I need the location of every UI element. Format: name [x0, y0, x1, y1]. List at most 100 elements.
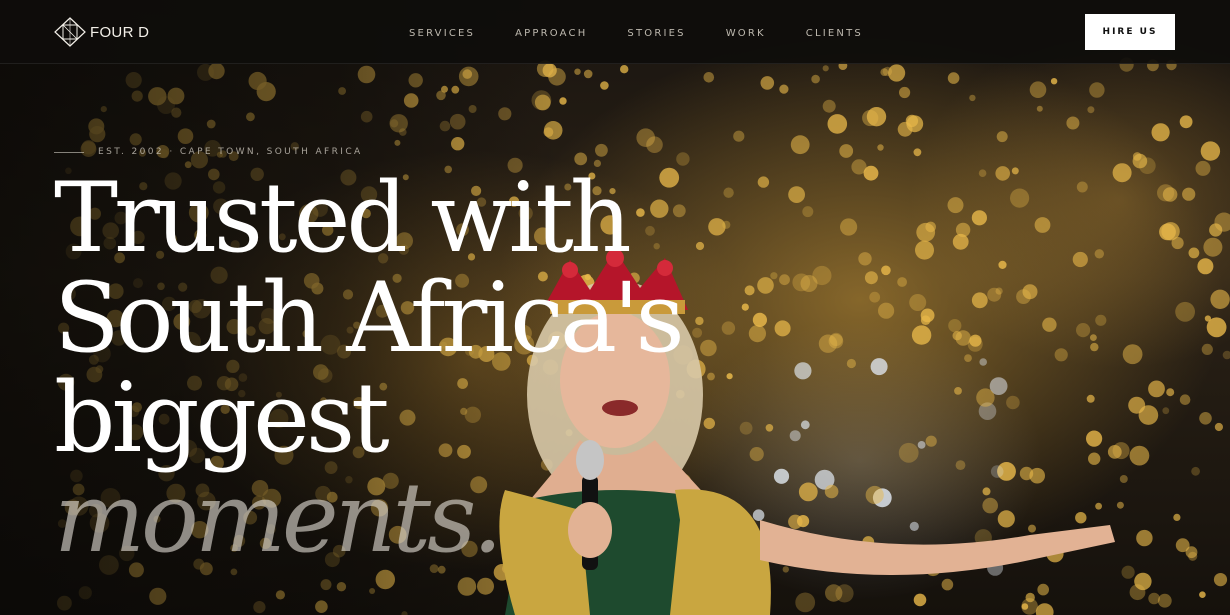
bokeh-light — [1179, 115, 1193, 129]
bokeh-light — [1173, 513, 1181, 522]
bokeh-light — [1129, 584, 1146, 601]
bokeh-light — [1076, 181, 1088, 193]
bokeh-light — [866, 107, 887, 127]
bokeh-light — [827, 114, 848, 134]
bokeh-light — [600, 81, 609, 90]
bokeh-light — [996, 131, 1008, 143]
bokeh-light — [1203, 237, 1223, 257]
bokeh-light — [1036, 105, 1043, 112]
bokeh-light — [822, 65, 829, 72]
bokeh-light — [723, 187, 734, 198]
logo-icon — [54, 17, 86, 47]
bokeh-light — [877, 144, 884, 151]
bokeh-light — [1050, 78, 1058, 85]
bokeh-light — [559, 97, 567, 105]
bokeh-light — [757, 176, 770, 188]
bokeh-light — [1157, 593, 1172, 608]
bokeh-light — [1188, 551, 1198, 561]
bokeh-light — [595, 143, 608, 157]
headline-accent: moments. — [54, 462, 503, 574]
bokeh-light — [880, 68, 889, 76]
bokeh-light — [802, 206, 814, 218]
bokeh-light — [1029, 81, 1047, 98]
headline-line-3: biggest — [54, 362, 390, 474]
eyebrow-divider — [54, 151, 84, 153]
bokeh-light — [1200, 141, 1221, 161]
bokeh-light — [1179, 394, 1191, 406]
bokeh-light — [888, 64, 906, 82]
main-nav: SERVICES APPROACH STORIES WORK CLIENTS — [409, 28, 903, 39]
bokeh-light — [811, 74, 820, 84]
bokeh-light — [722, 220, 731, 229]
bokeh-light — [1129, 445, 1150, 466]
bokeh-light — [839, 144, 854, 158]
nav-item-approach[interactable]: APPROACH — [515, 28, 587, 39]
bokeh-light — [620, 65, 629, 74]
bokeh-light — [969, 94, 976, 102]
bokeh-light — [574, 68, 581, 75]
bokeh-light — [1159, 223, 1176, 241]
bokeh-light — [899, 86, 911, 99]
bokeh-light — [703, 72, 715, 83]
bokeh-light — [733, 130, 745, 142]
brand-name: FOUR D — [90, 23, 150, 41]
bokeh-light — [1197, 258, 1214, 275]
bokeh-light — [583, 69, 593, 79]
bokeh-light — [1214, 422, 1223, 432]
bokeh-light — [1011, 167, 1019, 175]
bokeh-light — [1089, 82, 1105, 98]
nav-item-services[interactable]: SERVICES — [409, 28, 475, 39]
bokeh-light — [1201, 343, 1213, 355]
bokeh-light — [1188, 247, 1200, 259]
bokeh-light — [1112, 163, 1132, 183]
bokeh-light — [1210, 289, 1230, 309]
bokeh-light — [822, 99, 836, 113]
site-header: FOUR D SERVICES APPROACH STORIES WORK CL… — [0, 0, 1230, 64]
bokeh-light — [1191, 466, 1200, 476]
bokeh-light — [1162, 407, 1170, 415]
bokeh-light — [1138, 405, 1159, 425]
nav-item-clients[interactable]: CLIENTS — [806, 28, 863, 39]
bokeh-light — [760, 76, 775, 90]
bokeh-light — [1132, 153, 1148, 169]
bokeh-light — [947, 197, 964, 214]
bokeh-light — [1199, 591, 1206, 598]
bokeh-light — [913, 148, 922, 157]
hero-eyebrow: EST. 2002 · CAPE TOWN, SOUTH AFRICA — [54, 147, 363, 157]
bokeh-light — [1162, 187, 1178, 202]
bokeh-light — [947, 72, 960, 84]
bokeh-light — [1066, 116, 1080, 130]
bokeh-light — [779, 84, 789, 94]
bokeh-light — [1175, 301, 1195, 322]
bokeh-light — [1195, 160, 1211, 176]
bokeh-light — [1175, 538, 1190, 553]
bokeh-light — [676, 152, 690, 166]
bokeh-light — [971, 210, 988, 226]
bokeh-light — [1213, 573, 1228, 587]
bokeh-light — [897, 121, 913, 137]
headline-line-1: Trusted with — [54, 162, 632, 274]
bokeh-light — [646, 136, 663, 153]
brand-logo[interactable]: FOUR D — [54, 17, 149, 47]
bokeh-light — [790, 135, 810, 155]
hero-headline: Trusted with South Africa's biggest mome… — [54, 162, 685, 574]
bokeh-light — [851, 159, 867, 175]
bokeh-light — [788, 186, 805, 204]
nav-item-work[interactable]: WORK — [726, 28, 766, 39]
nav-item-stories[interactable]: STORIES — [627, 28, 685, 39]
headline-line-2: South Africa's — [54, 262, 685, 374]
bokeh-light — [1087, 106, 1095, 114]
bokeh-light — [1166, 388, 1175, 397]
bokeh-light — [1222, 350, 1230, 360]
bokeh-light — [1151, 123, 1170, 142]
bokeh-light — [995, 166, 1010, 181]
hire-us-button[interactable]: HIRE US — [1085, 14, 1175, 50]
bokeh-light — [1204, 315, 1211, 322]
bokeh-light — [1148, 380, 1165, 398]
bokeh-light — [978, 169, 987, 177]
bokeh-light — [1136, 529, 1153, 547]
bokeh-light — [1182, 187, 1196, 201]
eyebrow-text: EST. 2002 · CAPE TOWN, SOUTH AFRICA — [98, 147, 363, 157]
bokeh-light — [1199, 412, 1212, 425]
bokeh-light — [1010, 188, 1030, 208]
